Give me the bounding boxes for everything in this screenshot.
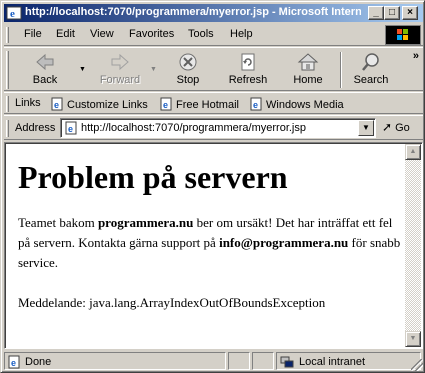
refresh-icon — [241, 53, 255, 71]
intranet-icon — [280, 356, 294, 368]
back-button[interactable]: Back — [16, 50, 74, 90]
standard-toolbar: Back ▼ Forward ▼ Stop Refresh Home Searc… — [4, 47, 423, 91]
home-button[interactable]: Home — [284, 50, 332, 90]
support-email: info@programmera.nu — [219, 235, 349, 250]
title-bar[interactable]: e http://localhost:7070/programmera/myer… — [4, 4, 423, 22]
window-title: http://localhost:7070/programmera/myerro… — [25, 6, 361, 18]
page-done-icon: e — [8, 355, 20, 369]
site-name: programmera.nu — [97, 215, 194, 230]
svg-text:e: e — [253, 100, 258, 110]
windows-logo-icon — [385, 25, 421, 45]
address-url: http://localhost:7070/programmera/myerro… — [81, 122, 306, 134]
text-run: Teamet bakom — [18, 215, 98, 230]
link-label: Customize Links — [67, 99, 148, 111]
back-label: Back — [32, 74, 58, 86]
scroll-up-button[interactable]: ▲ — [405, 144, 421, 160]
search-button[interactable]: Search — [347, 50, 395, 90]
ie-logo-icon: e — [6, 6, 22, 20]
back-dropdown-icon[interactable]: ▼ — [79, 66, 86, 73]
forward-button[interactable]: Forward — [90, 50, 150, 90]
toolbar-grip[interactable] — [6, 51, 9, 89]
home-icon — [297, 53, 319, 71]
link-label: Free Hotmail — [176, 99, 239, 111]
forward-arrow-icon — [111, 53, 129, 71]
browser-window: e http://localhost:7070/programmera/myer… — [0, 0, 425, 373]
error-message: Meddelande: java.lang.ArrayIndexOutOfBou… — [18, 295, 326, 310]
back-arrow-icon — [36, 53, 54, 71]
stop-label: Stop — [176, 74, 200, 86]
menu-favorites[interactable]: Favorites — [129, 28, 174, 40]
refresh-label: Refresh — [228, 74, 268, 86]
go-arrow-icon: ➚ — [382, 120, 393, 134]
link-label: Windows Media — [266, 99, 344, 111]
toolbar-more-chevron[interactable]: » — [413, 50, 419, 62]
menu-bar: File Edit View Favorites Tools Help — [4, 24, 423, 46]
status-text-pane: e Done — [4, 352, 226, 370]
svg-text:e: e — [54, 100, 59, 110]
zone-pane: Local intranet — [276, 352, 421, 370]
stop-button[interactable]: Stop — [164, 50, 212, 90]
links-bar: Links e Customize Links e Free Hotmail e Wi… — [4, 92, 423, 114]
address-grip[interactable] — [6, 120, 9, 137]
forward-label: Forward — [99, 74, 141, 86]
link-free-hotmail[interactable]: e Free Hotmail — [159, 97, 239, 111]
toolbar-separator — [340, 52, 342, 88]
status-text: Done — [25, 356, 52, 368]
svg-text:e: e — [68, 124, 73, 134]
address-input[interactable]: e http://localhost:7070/programmera/myer… — [60, 118, 376, 138]
menu-edit[interactable]: Edit — [56, 28, 75, 40]
refresh-button[interactable]: Refresh — [220, 50, 276, 90]
page-icon: e — [160, 97, 172, 111]
address-label: Address — [15, 122, 56, 134]
page-icon: e — [65, 121, 77, 135]
svg-text:e: e — [10, 8, 15, 20]
link-customize-links[interactable]: e Customize Links — [50, 97, 148, 111]
maximize-button[interactable]: □ — [384, 6, 400, 20]
link-windows-media[interactable]: e Windows Media — [249, 97, 344, 111]
stop-icon — [179, 53, 197, 71]
page-heading: Problem på servern — [18, 159, 288, 195]
menu-grip[interactable] — [6, 27, 9, 43]
svg-text:e: e — [11, 358, 16, 368]
menu-file[interactable]: File — [24, 28, 42, 40]
vertical-scrollbar[interactable]: ▲ ▼ — [405, 144, 421, 347]
status-pane — [252, 352, 274, 370]
address-dropdown-icon[interactable]: ▼ — [358, 120, 374, 136]
error-description: Teamet bakom programmera.nu ber om ursäk… — [18, 213, 404, 273]
minimize-button[interactable]: _ — [368, 6, 384, 20]
page-icon: e — [250, 97, 262, 111]
go-button[interactable]: ➚ Go — [382, 120, 410, 134]
go-label: Go — [395, 122, 410, 134]
menu-view[interactable]: View — [90, 28, 114, 40]
close-button[interactable]: × — [402, 6, 418, 20]
page-content: Problem på servern Teamet bakom programm… — [4, 142, 423, 349]
zone-text: Local intranet — [299, 356, 366, 368]
page-icon: e — [51, 97, 63, 111]
menu-help[interactable]: Help — [230, 28, 253, 40]
search-label: Search — [353, 74, 389, 86]
forward-dropdown-icon[interactable]: ▼ — [150, 66, 157, 73]
home-label: Home — [293, 74, 323, 86]
svg-text:e: e — [163, 100, 168, 110]
address-bar: Address e http://localhost:7070/programm… — [4, 115, 423, 140]
scroll-down-button[interactable]: ▼ — [405, 331, 421, 347]
status-bar: e Done Local intranet — [4, 351, 423, 371]
status-pane — [228, 352, 250, 370]
links-label[interactable]: Links — [15, 97, 41, 109]
resize-grip[interactable] — [411, 359, 423, 371]
document: Problem på servern Teamet bakom programm… — [18, 157, 404, 313]
search-icon — [362, 53, 379, 71]
menu-tools[interactable]: Tools — [188, 28, 214, 40]
links-grip[interactable] — [6, 96, 9, 112]
